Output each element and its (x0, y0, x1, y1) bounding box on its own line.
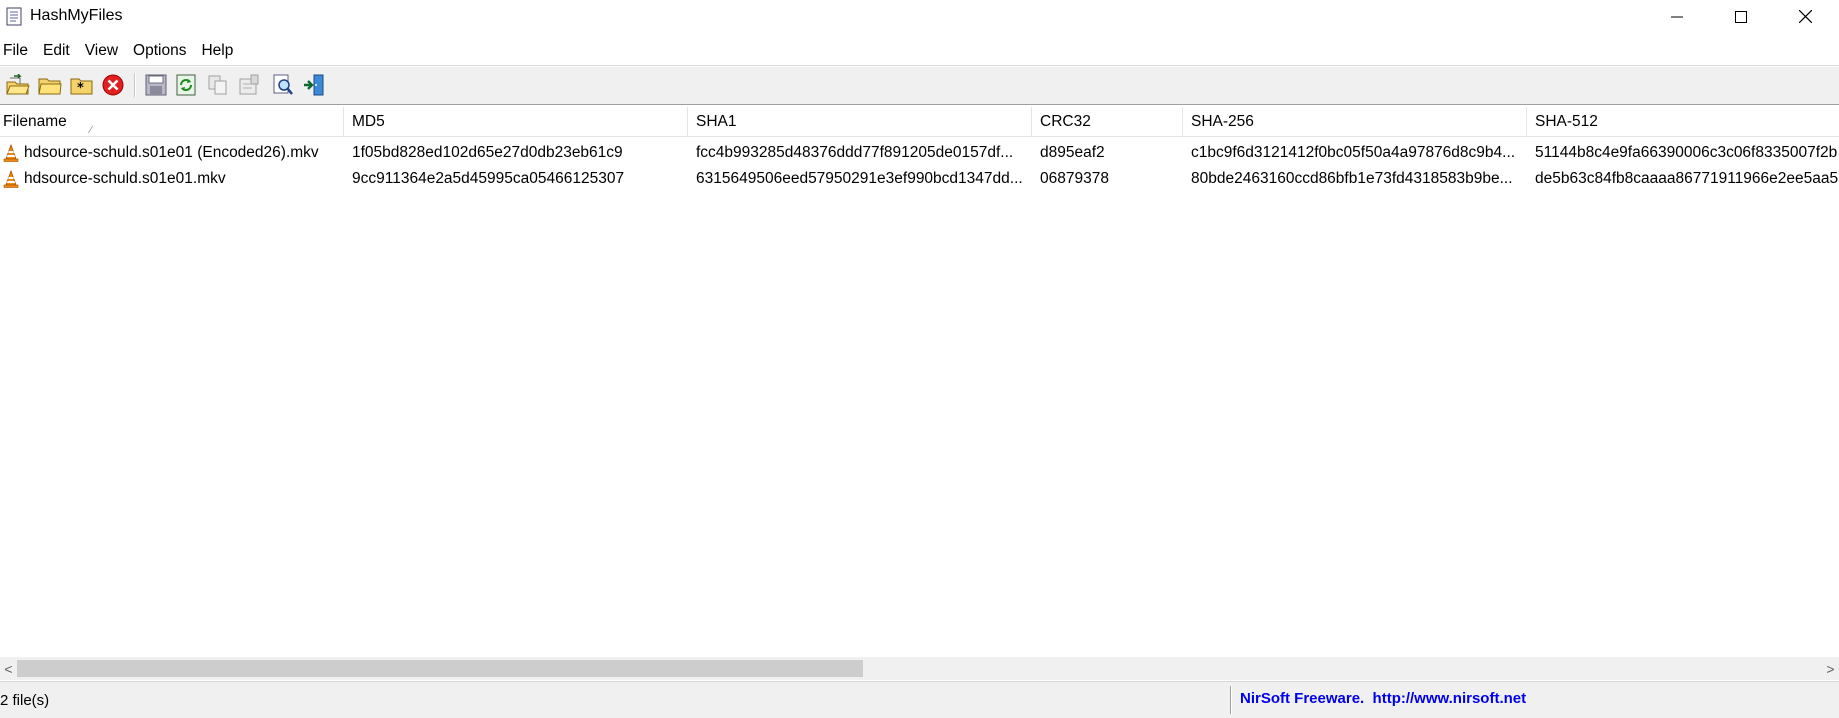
properties-button[interactable] (236, 72, 262, 98)
chevron-left-icon: < (4, 660, 13, 677)
cell-filename: hdsource-schuld.s01e01.mkv (24, 170, 226, 187)
cell-sha256: 80bde2463160ccd86bfb1e73fd4318583b9be... (1191, 170, 1513, 187)
cell-filename: hdsource-schuld.s01e01 (Encoded26).mkv (24, 144, 319, 161)
horizontal-scrollbar[interactable]: < > (0, 657, 1839, 680)
close-button[interactable] (1773, 0, 1837, 33)
column-header: Filename ⁄ MD5 SHA1 CRC32 SHA-256 SHA-51… (0, 107, 1839, 137)
table-row[interactable]: hdsource-schuld.s01e01 (Encoded26).mkv 1… (0, 140, 1839, 166)
open-folder-button[interactable] (37, 72, 63, 98)
find-button[interactable] (270, 72, 296, 98)
svg-text:*: * (77, 81, 84, 96)
cell-crc32: 06879378 (1040, 170, 1109, 187)
save-button[interactable] (143, 72, 169, 98)
menu-options[interactable]: Options (130, 42, 196, 60)
open-files-icon (6, 74, 30, 95)
scroll-left-button[interactable]: < (0, 657, 17, 680)
properties-icon (239, 74, 259, 95)
delete-button[interactable] (100, 72, 126, 98)
maximize-button[interactable] (1709, 0, 1773, 33)
title-bar: HashMyFiles (0, 0, 1839, 33)
toolbar-bottom-border (0, 104, 1839, 106)
refresh-icon (176, 74, 196, 96)
column-header-md5[interactable]: MD5 (344, 107, 688, 137)
copy-icon (208, 75, 227, 95)
hashmyfiles-window: HashMyFiles File Edit View Options Help (0, 0, 1839, 718)
toolbar-top-border (0, 65, 1839, 66)
menu-view[interactable]: View (82, 42, 128, 60)
nirsoft-link[interactable]: NirSoft Freeware. http://www.nirsoft.net (1240, 690, 1526, 707)
menu-bar: File Edit View Options Help (0, 38, 245, 64)
cell-md5: 9cc911364e2a5d45995ca05466125307 (352, 170, 625, 187)
file-count-status: 2 file(s) (0, 692, 50, 709)
column-header-filename[interactable]: Filename ⁄ (0, 107, 344, 137)
status-bar: 2 file(s) NirSoft Freeware. http://www.n… (0, 681, 1839, 718)
toolbar-separator (134, 73, 136, 97)
delete-icon (102, 74, 124, 96)
add-folder-wildcard-icon: * (70, 78, 93, 96)
menu-edit[interactable]: Edit (40, 42, 80, 60)
find-icon (273, 74, 293, 95)
window-title: HashMyFiles (30, 7, 123, 24)
column-header-sha1[interactable]: SHA1 (688, 107, 1032, 137)
cell-sha256: c1bc9f6d3121412f0bc05f50a4a97876d8c9b4..… (1191, 144, 1516, 161)
sort-ascending-icon: ⁄ (90, 125, 92, 136)
cell-crc32: d895eaf2 (1040, 144, 1105, 161)
column-header-sha256[interactable]: SHA-256 (1183, 107, 1527, 137)
scrollbar-thumb[interactable] (17, 660, 863, 677)
cell-sha512: de5b63c84fb8caaaa86771911966e2ee5aa53 (1535, 170, 1839, 187)
minimize-icon (1671, 16, 1683, 17)
cell-sha1: fcc4b993285d48376ddd77f891205de0157df... (696, 144, 1014, 161)
open-files-button[interactable] (5, 72, 31, 98)
add-folder-wildcard-button[interactable]: * (69, 72, 95, 98)
cell-sha512: 51144b8c4e9fa66390006c3c06f8335007f2b (1535, 144, 1838, 161)
column-header-sha512[interactable]: SHA-512 (1527, 107, 1839, 137)
exit-button[interactable] (301, 72, 327, 98)
copy-button[interactable] (205, 72, 231, 98)
status-separator (1230, 686, 1232, 714)
cell-md5: 1f05bd828ed102d65e27d0db23eb61c9 (352, 144, 623, 161)
menu-help[interactable]: Help (198, 42, 243, 60)
menu-file[interactable]: File (0, 42, 38, 60)
column-header-crc32[interactable]: CRC32 (1032, 107, 1183, 137)
refresh-button[interactable] (173, 72, 199, 98)
scroll-right-button[interactable]: > (1822, 657, 1839, 680)
cell-sha1: 6315649506eed57950291e3ef990bcd1347dd... (696, 170, 1023, 187)
close-icon (1798, 10, 1812, 23)
toolbar: * (0, 67, 1839, 104)
column-label-filename: Filename (3, 113, 67, 130)
chevron-right-icon: > (1826, 660, 1835, 677)
save-icon (145, 74, 167, 96)
minimize-button[interactable] (1645, 0, 1709, 33)
exit-icon (304, 74, 324, 96)
open-folder-icon (38, 78, 62, 95)
maximize-icon (1735, 10, 1747, 23)
app-icon (6, 7, 23, 26)
table-row[interactable]: hdsource-schuld.s01e01.mkv 9cc911364e2a5… (0, 166, 1839, 192)
